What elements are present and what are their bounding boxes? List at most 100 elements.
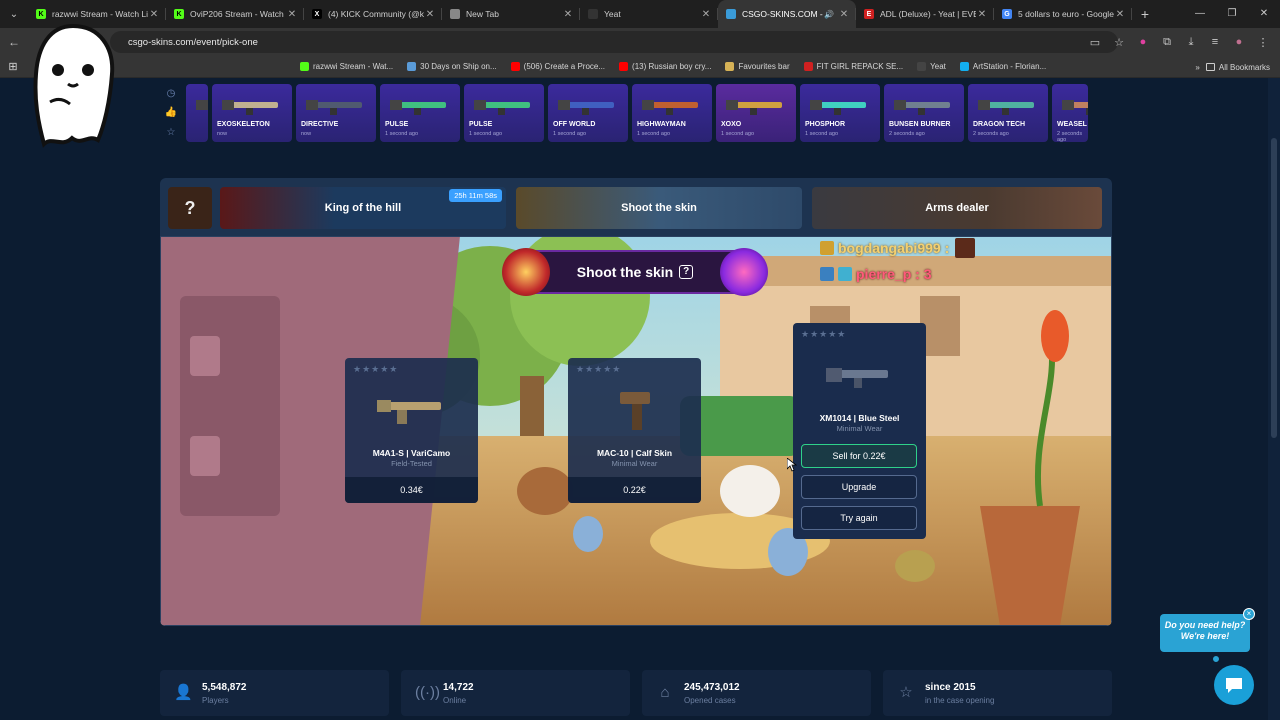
bookmark-item[interactable]: FIT GIRL REPACK SE... (800, 62, 908, 71)
drop-item[interactable]: OFF WORLD 1 second ago (548, 84, 628, 142)
extension-icon[interactable]: ● (1136, 36, 1150, 48)
close-tab-icon[interactable]: ✕ (1114, 9, 1126, 20)
drop-time: 2 seconds ago (1057, 131, 1083, 142)
help-bubble[interactable]: Do you need help? We're here! (1160, 614, 1250, 652)
speaker-icon[interactable]: 🔊 (824, 10, 834, 19)
mode-unknown[interactable]: ? (168, 187, 212, 229)
drop-time: now (301, 131, 312, 137)
toolbar-icons: ▭ ☆ ● ⧉ ⤓ ≡ ● ⋮ (1088, 28, 1270, 56)
tab-search-icon[interactable]: ⌄ (0, 0, 28, 28)
browser-tab[interactable]: E ADL (Deluxe) - Yeat | EVERY✕ (856, 0, 994, 28)
tab-favicon (588, 9, 598, 19)
media-icon[interactable]: ≡ (1208, 36, 1222, 48)
signal-icon: ((·)) (415, 684, 440, 701)
drop-item[interactable]: DRAGON TECH 2 seconds ago (968, 84, 1048, 142)
star-icon: ☆ (899, 684, 913, 701)
upgrade-button[interactable]: Upgrade (801, 475, 917, 499)
back-icon[interactable]: ← (0, 35, 28, 49)
close-tab-icon[interactable]: ✕ (286, 9, 298, 20)
restore-icon[interactable]: ❐ (1216, 0, 1248, 28)
sell-button[interactable]: Sell for 0.22€ (801, 444, 917, 468)
puzzle-icon[interactable]: ⧉ (1160, 36, 1174, 49)
url-field[interactable]: csgo-skins.com/event/pick-one (110, 31, 1118, 53)
chat-button[interactable] (1214, 665, 1254, 705)
try-again-button[interactable]: Try again (801, 506, 917, 530)
bookmark-item[interactable]: razwwi Stream - Wat... (296, 62, 397, 71)
drop-skin-name: HIGHWAYMAN (637, 121, 686, 128)
bookmark-item[interactable]: (506) Create a Proce... (507, 62, 609, 71)
tab-favicon (726, 9, 736, 19)
mode-shoot-the-skin[interactable]: Shoot the skin (516, 187, 802, 229)
browser-tab[interactable]: CSGO-SKINS.COM - The🔊 ✕ (718, 0, 856, 28)
shotgun-skin-image (826, 368, 888, 388)
drop-time: 1 second ago (721, 131, 755, 137)
menu-kebab-icon[interactable]: ⋮ (1256, 36, 1270, 49)
drop-item[interactable]: BUNSEN BURNER 2 seconds ago (884, 84, 964, 142)
bookmark-item[interactable]: (13) Russian boy cry... (615, 62, 715, 71)
help-icon[interactable]: ? (679, 265, 694, 279)
scrollbar[interactable] (1268, 78, 1280, 720)
player-icon (838, 267, 852, 281)
bookmark-icon (619, 62, 629, 71)
all-bookmarks[interactable]: » All Bookmarks (1195, 56, 1270, 78)
drop-item[interactable]: XOXO 1 second ago (716, 84, 796, 142)
drop-item[interactable] (186, 84, 208, 142)
browser-tab[interactable]: New Tab ✕ (442, 0, 580, 28)
bookmark-icon (407, 62, 417, 71)
skin-card[interactable]: ★★★★★ M4A1-S | VariCamo Field-Tested 0.3… (345, 358, 478, 503)
skin-card[interactable]: ★★★★★ MAC-10 | Calf Skin Minimal Wear 0.… (568, 358, 701, 503)
bookmark-item[interactable]: 30 Days on Ship on... (403, 62, 501, 71)
browser-tab[interactable]: G 5 dollars to euro - Google S ✕ (994, 0, 1132, 28)
mode-arms-dealer[interactable]: Arms dealer (812, 187, 1102, 229)
crown-icon (820, 241, 834, 255)
drop-item[interactable]: DIRECTIVE now (296, 84, 376, 142)
new-tab-button[interactable]: + (1132, 6, 1158, 22)
apps-icon[interactable]: ⊞ (0, 60, 26, 73)
players-scoreboard: bogdangabi999 : pierre_p : 3 (820, 238, 976, 290)
clock-icon[interactable]: ◷ (167, 88, 176, 99)
close-tab-icon[interactable]: ✕ (700, 9, 712, 20)
close-tab-icon[interactable]: ✕ (838, 9, 850, 20)
bookmark-item[interactable]: ArtStation - Florian... (956, 62, 1050, 71)
bookmark-label: FIT GIRL REPACK SE... (816, 62, 904, 71)
event-mode-bar: ? King of the hill 25h 11m 58s Shoot the… (160, 178, 1112, 236)
close-tab-icon[interactable]: ✕ (424, 9, 436, 20)
drop-time: 2 seconds ago (889, 131, 925, 137)
mode-king-of-the-hill[interactable]: King of the hill 25h 11m 58s (220, 187, 506, 229)
bookmark-item[interactable]: Favourites bar (721, 62, 793, 71)
king-timer-badge: 25h 11m 58s (449, 189, 502, 202)
close-tab-icon[interactable]: ✕ (148, 9, 160, 20)
drop-item[interactable]: PULSE 1 second ago (380, 84, 460, 142)
tab-title: (4) KICK Community (@kick) (328, 9, 424, 19)
cast-icon[interactable]: ▭ (1088, 36, 1102, 49)
close-tab-icon[interactable]: ✕ (976, 9, 988, 20)
close-tab-icon[interactable]: ✕ (562, 9, 574, 20)
download-icon[interactable]: ⤓ (1184, 36, 1198, 49)
drop-item[interactable]: PULSE 1 second ago (464, 84, 544, 142)
game-title-text: Shoot the skin (576, 264, 674, 280)
drop-skin-name: PULSE (469, 121, 493, 128)
browser-tab[interactable]: Yeat ✕ (580, 0, 718, 28)
chat-icon (1226, 678, 1242, 693)
star-icon[interactable]: ☆ (167, 127, 176, 138)
browser-tab[interactable]: X (4) KICK Community (@kick)✕ (304, 0, 442, 28)
bookmark-star-icon[interactable]: ☆ (1112, 36, 1126, 49)
browser-tab[interactable]: K OviP206 Stream - Watch Live✕ (166, 0, 304, 28)
bookmark-label: 30 Days on Ship on... (420, 62, 497, 71)
thumb-icon[interactable]: 👍 (165, 107, 177, 118)
rarity-stars: ★★★★★ (801, 329, 847, 339)
drop-skin-name: DIRECTIVE (301, 121, 339, 128)
bookmark-item[interactable]: Yeat (913, 62, 950, 71)
profile-avatar[interactable]: ● (1232, 36, 1246, 48)
minimize-icon[interactable]: — (1184, 0, 1216, 28)
bookmark-label: Yeat (930, 62, 946, 71)
stat-since: ☆ since 2015 in the case opening (883, 670, 1112, 716)
drop-item[interactable]: WEASEL 2 seconds ago (1052, 84, 1088, 142)
drop-item[interactable]: EXOSKELETON now (212, 84, 292, 142)
close-help-icon[interactable]: × (1243, 608, 1255, 620)
drop-item[interactable]: PHOSPHOR 1 second ago (800, 84, 880, 142)
drop-item[interactable]: HIGHWAYMAN 1 second ago (632, 84, 712, 142)
player-row: pierre_p : 3 (820, 266, 975, 282)
close-window-icon[interactable]: ✕ (1248, 0, 1280, 28)
stat-label: Players (202, 696, 229, 705)
